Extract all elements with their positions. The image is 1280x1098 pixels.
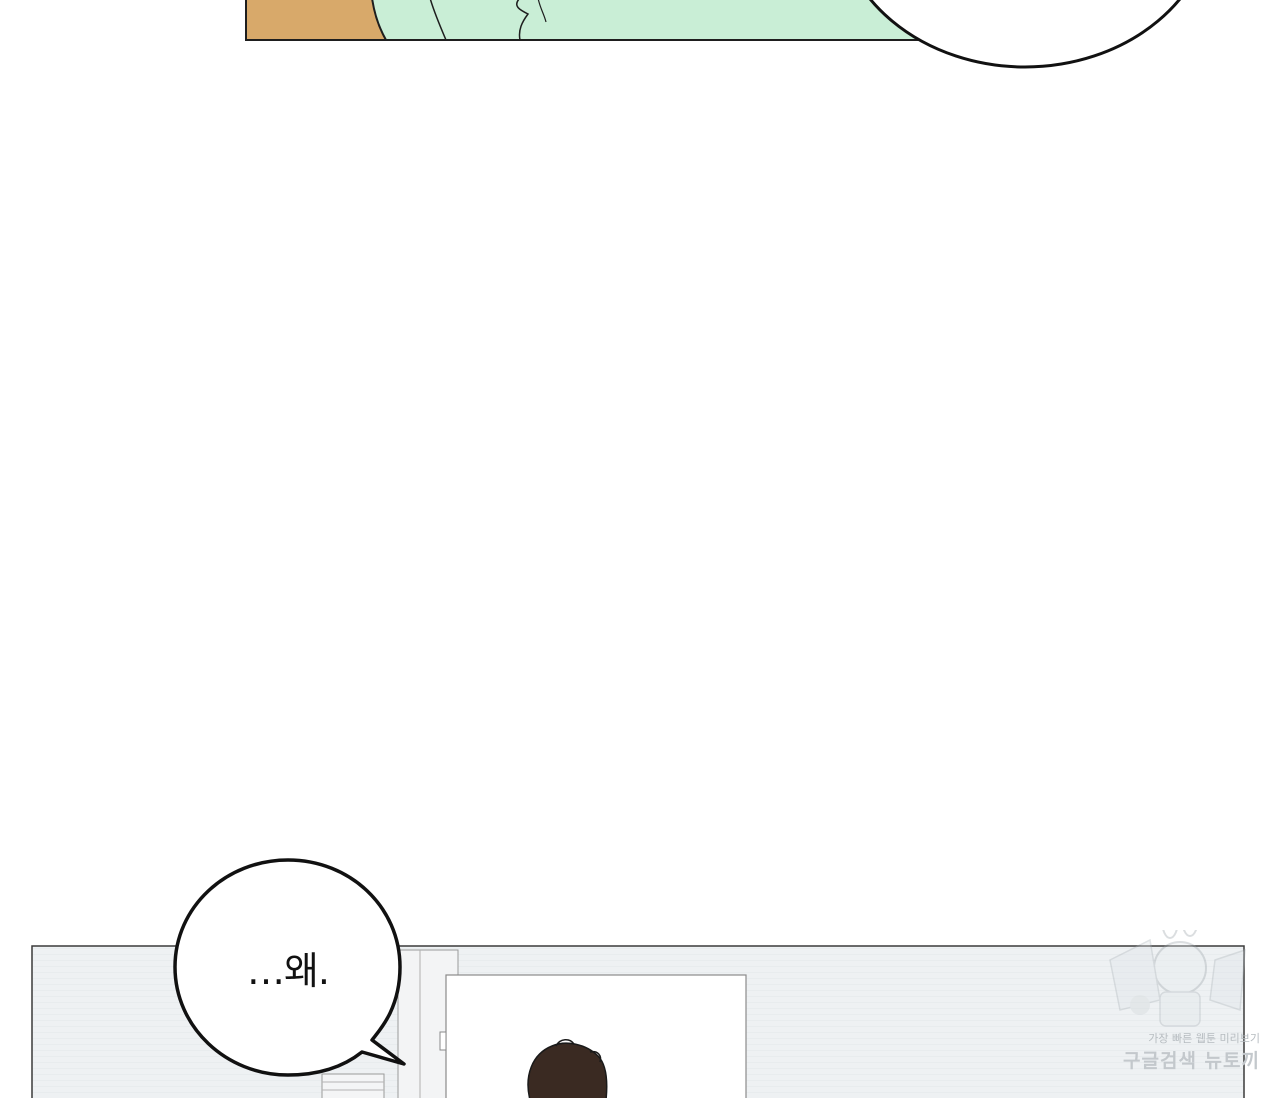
comic-page: …왜. 가장 빠른 웹툰 미리보기 구글검색 뉴토끼 [0,0,1280,1098]
top-comic-panel [245,0,1181,69]
speech-bubble-text: …왜. [246,948,330,993]
watermark-site-name: 구글검색 뉴토끼 [1123,1050,1260,1072]
watermark-tagline: 가장 빠른 웹툰 미리보기 [1148,1032,1260,1045]
